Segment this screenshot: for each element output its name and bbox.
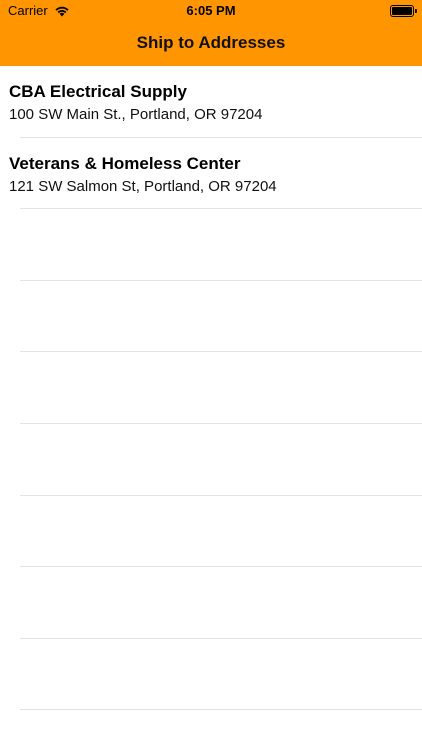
address-row-cba[interactable]: CBA Electrical Supply 100 SW Main St., P…: [0, 66, 422, 138]
empty-row: [0, 281, 422, 353]
empty-row: [0, 209, 422, 281]
status-time: 6:05 PM: [186, 3, 236, 18]
app-screen: Carrier 6:05 PM Ship to Addresses CBA El…: [0, 0, 422, 750]
empty-row: [0, 710, 422, 750]
navigation-header: Carrier 6:05 PM Ship to Addresses: [0, 0, 422, 66]
address-line: 100 SW Main St., Portland, OR 97204: [9, 106, 263, 123]
address-line: 121 SW Salmon St, Portland, OR 97204: [9, 177, 277, 195]
empty-row: [0, 424, 422, 496]
empty-row: [0, 567, 422, 639]
empty-row: [0, 352, 422, 424]
address-list[interactable]: CBA Electrical Supply 100 SW Main St., P…: [0, 66, 422, 750]
battery-icon: [390, 5, 417, 17]
battery-level: [392, 7, 412, 15]
address-name: CBA Electrical Supply: [9, 82, 187, 101]
address-row-veterans[interactable]: Veterans & Homeless Center 121 SW Salmon…: [0, 138, 422, 210]
status-bar: Carrier 6:05 PM: [0, 0, 422, 22]
address-name: Veterans & Homeless Center: [9, 153, 241, 173]
page-title: Ship to Addresses: [136, 33, 286, 52]
empty-row: [0, 496, 422, 568]
empty-row: [0, 639, 422, 711]
